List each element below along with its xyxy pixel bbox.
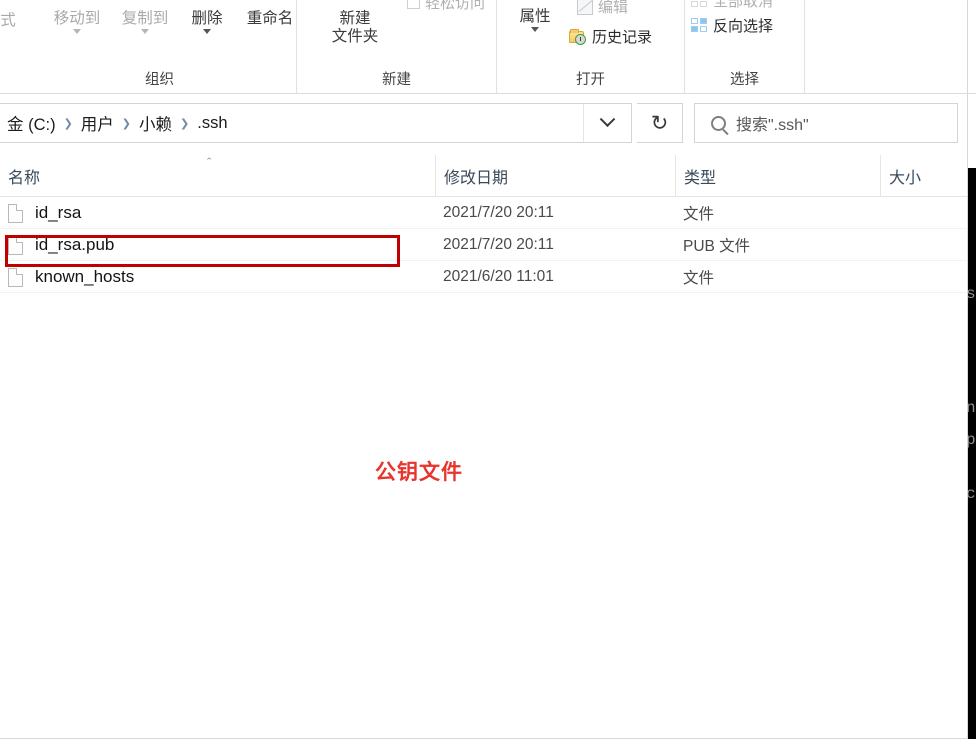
ribbon-group-select-label: 选择 bbox=[730, 72, 759, 88]
properties-button[interactable]: 属性 bbox=[507, 8, 563, 32]
column-header-type[interactable]: 类型 bbox=[675, 155, 880, 197]
table-row[interactable]: id_rsa.pub 2021/7/20 20:11 PUB 文件 bbox=[0, 229, 976, 261]
breadcrumb-item-user[interactable]: 小赖 bbox=[133, 109, 178, 137]
chevron-down-icon bbox=[599, 110, 616, 127]
background-glyph: n bbox=[968, 399, 976, 417]
address-bar: 金 (C:) ❯ 用户 ❯ 小赖 ❯ .ssh ↻ 搜索".ssh" bbox=[0, 95, 976, 152]
breadcrumb-item-ssh[interactable]: .ssh bbox=[191, 112, 233, 135]
breadcrumb-item-users[interactable]: 用户 bbox=[75, 109, 120, 137]
invert-selection-label: 反向选择 bbox=[713, 18, 774, 35]
file-type-cell: 文件 bbox=[683, 270, 715, 287]
refresh-icon: ↻ bbox=[650, 111, 669, 135]
file-name-cell[interactable]: known_hosts bbox=[8, 261, 134, 293]
history-label: 历史记录 bbox=[592, 29, 653, 46]
background-glyph: c bbox=[968, 485, 976, 503]
edit-label: 编辑 bbox=[598, 0, 629, 16]
ribbon-group-new: 新建 文件夹 轻松访问 新建 bbox=[297, 0, 497, 94]
new-folder-label-line2: 文件夹 bbox=[331, 27, 379, 45]
column-header-modified-label: 修改日期 bbox=[444, 170, 509, 187]
search-icon bbox=[711, 115, 726, 131]
refresh-button[interactable]: ↻ bbox=[637, 103, 683, 143]
breadcrumb-bar[interactable]: 金 (C:) ❯ 用户 ❯ 小赖 ❯ .ssh bbox=[0, 103, 632, 143]
ribbon-cutoff-label: 式 bbox=[0, 12, 16, 29]
column-header-name[interactable]: 名称 ˆ bbox=[0, 155, 435, 197]
file-modified-cell: 2021/7/20 20:11 bbox=[443, 204, 554, 221]
file-type-cell: PUB 文件 bbox=[683, 238, 751, 255]
ribbon-group-open: 属性 编辑 历史记录 打开 bbox=[497, 0, 685, 94]
table-row[interactable]: known_hosts 2021/6/20 11:01 文件 bbox=[0, 261, 976, 293]
breadcrumb-separator-icon: ❯ bbox=[180, 117, 190, 130]
column-headers: 名称 ˆ 修改日期 类型 大小 bbox=[0, 155, 976, 197]
file-modified-cell: 2021/7/20 20:11 bbox=[443, 236, 554, 253]
file-name-label: known_hosts bbox=[35, 267, 135, 286]
column-header-type-label: 类型 bbox=[684, 170, 717, 187]
history-button[interactable]: 历史记录 bbox=[569, 26, 652, 47]
deselect-all-icon bbox=[691, 0, 708, 8]
ribbon-group-select: 全部取消 反向选择 选择 bbox=[685, 0, 805, 94]
file-list: id_rsa 2021/7/20 20:11 文件 id_rsa.pub 202… bbox=[0, 197, 976, 293]
move-to-caret-icon bbox=[73, 28, 81, 34]
background-window-strip: s n p c bbox=[968, 168, 976, 739]
history-icon bbox=[569, 28, 587, 45]
new-folder-label-line1: 新建 bbox=[339, 10, 371, 27]
copy-to-label: 复制到 bbox=[121, 10, 169, 27]
ribbon-group-organize: 移动到 复制到 删除 重命名 组织 bbox=[23, 0, 297, 94]
column-header-size[interactable]: 大小 bbox=[880, 155, 968, 197]
delete-button[interactable]: 删除 bbox=[181, 10, 233, 34]
ribbon-group-new-label: 新建 bbox=[382, 72, 411, 88]
sort-ascending-icon: ˆ bbox=[207, 155, 212, 170]
ribbon-group-open-label: 打开 bbox=[576, 72, 605, 88]
annotation-note-label: 公钥文件 bbox=[375, 461, 463, 484]
search-input[interactable]: 搜索".ssh" bbox=[736, 111, 809, 135]
new-folder-button[interactable]: 新建 文件夹 bbox=[309, 10, 401, 46]
copy-to-caret-icon bbox=[141, 28, 149, 34]
edit-button[interactable]: 编辑 bbox=[577, 0, 628, 17]
file-icon bbox=[8, 267, 23, 287]
edit-icon bbox=[577, 0, 593, 15]
file-name-label: id_rsa.pub bbox=[35, 235, 115, 254]
file-modified-cell: 2021/6/20 11:01 bbox=[443, 268, 554, 285]
file-icon bbox=[8, 235, 23, 255]
rename-button[interactable]: 重命名 bbox=[234, 10, 306, 28]
file-explorer-window: 式 移动到 复制到 删除 重命名 组织 新建 文件夹 轻松访问 新建 属性 编辑… bbox=[0, 0, 976, 739]
invert-selection-icon bbox=[691, 18, 708, 33]
background-glyph: p bbox=[968, 431, 976, 449]
move-to-label: 移动到 bbox=[53, 10, 101, 27]
file-icon bbox=[8, 203, 23, 223]
invert-selection-button[interactable]: 反向选择 bbox=[691, 15, 773, 36]
address-dropdown-button[interactable] bbox=[583, 104, 631, 142]
table-row[interactable]: id_rsa 2021/7/20 20:11 文件 bbox=[0, 197, 976, 229]
deselect-all-button[interactable]: 全部取消 bbox=[691, 0, 773, 11]
copy-to-button[interactable]: 复制到 bbox=[113, 10, 177, 34]
column-header-size-label: 大小 bbox=[889, 170, 922, 187]
column-header-name-label: 名称 bbox=[8, 170, 41, 187]
file-name-cell[interactable]: id_rsa bbox=[8, 197, 81, 229]
delete-label: 删除 bbox=[191, 10, 223, 27]
delete-caret-icon bbox=[203, 28, 211, 34]
breadcrumb-item-drive[interactable]: 金 (C:) bbox=[1, 109, 62, 137]
properties-caret-icon bbox=[531, 26, 539, 32]
properties-label: 属性 bbox=[519, 8, 551, 25]
easy-access-label: 轻松访问 bbox=[425, 0, 486, 12]
breadcrumb-separator-icon: ❯ bbox=[121, 117, 132, 130]
ribbon-group-organize-label: 组织 bbox=[145, 72, 174, 88]
checkbox-icon bbox=[407, 0, 420, 9]
move-to-button[interactable]: 移动到 bbox=[45, 10, 109, 34]
search-box[interactable]: 搜索".ssh" bbox=[694, 103, 958, 143]
file-type-cell: 文件 bbox=[683, 206, 715, 223]
rename-label: 重命名 bbox=[246, 10, 294, 27]
background-glyph: s bbox=[968, 285, 976, 303]
file-name-label: id_rsa bbox=[35, 203, 82, 222]
deselect-all-label: 全部取消 bbox=[713, 0, 774, 10]
file-name-cell[interactable]: id_rsa.pub bbox=[8, 229, 114, 261]
breadcrumb-separator-icon: ❯ bbox=[63, 117, 73, 130]
column-header-modified[interactable]: 修改日期 bbox=[435, 155, 675, 197]
ribbon-toolbar: 式 移动到 复制到 删除 重命名 组织 新建 文件夹 轻松访问 新建 属性 编辑… bbox=[0, 0, 976, 94]
easy-access-button[interactable]: 轻松访问 bbox=[407, 0, 485, 13]
